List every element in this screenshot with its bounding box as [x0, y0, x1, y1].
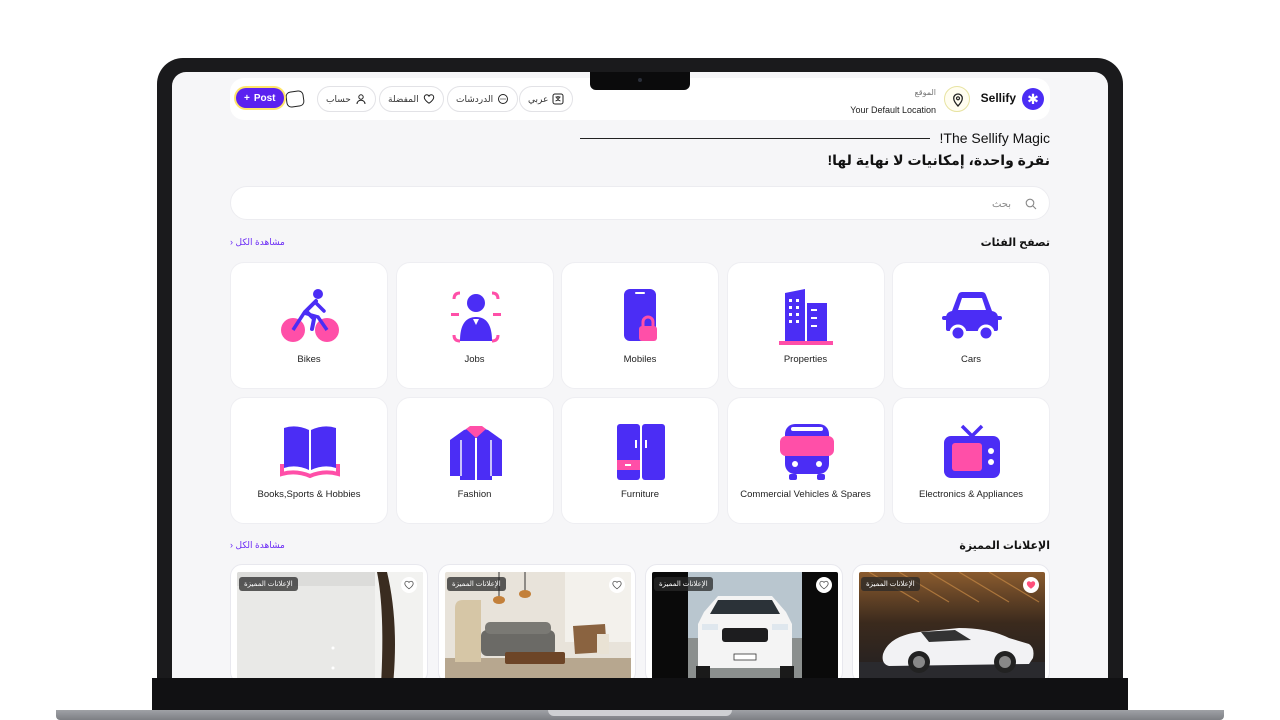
featured-ad-card[interactable]: الإعلانات المميزة [438, 564, 636, 678]
hero-title: !The Sellify Magic [939, 130, 1050, 146]
category-card-bikes[interactable]: Bikes [230, 262, 388, 389]
favorite-toggle[interactable] [816, 577, 832, 593]
search-icon[interactable] [1025, 198, 1037, 210]
category-card-fashion[interactable]: Fashion [395, 397, 554, 524]
featured-badge: الإعلانات المميزة [239, 577, 298, 591]
featured-badge: الإعلانات المميزة [447, 577, 506, 591]
chats-label: الدردشات [456, 93, 494, 104]
bus-icon [779, 424, 834, 480]
category-grid: Cars Properties Mobiles Jobs Bikes Elect… [230, 262, 1050, 524]
category-label: Furniture [620, 489, 659, 500]
sellify-logo-icon[interactable]: ✱ [1022, 88, 1044, 110]
see-all-label: مشاهدة الكل [235, 540, 285, 550]
category-card-books[interactable]: Books,Sports & Hobbies [230, 397, 388, 524]
post-label: Post [253, 92, 276, 104]
post-ad-button[interactable]: + Post [236, 88, 284, 108]
category-label: Commercial Vehicles & Spares [740, 489, 871, 500]
category-label: Mobiles [623, 354, 657, 365]
user-icon [356, 94, 366, 105]
category-label: Books,Sports & Hobbies [257, 489, 361, 500]
featured-ad-card[interactable]: الإعلانات المميزة [230, 564, 428, 678]
book-icon [280, 426, 340, 479]
category-label: Electronics & Appliances [918, 489, 1024, 500]
featured-ad-card[interactable]: الإعلانات المميزة [645, 564, 843, 678]
app-screen: ✱ Sellify الموقع Your Default Location ع… [172, 72, 1108, 678]
account-button[interactable]: حساب [317, 86, 376, 112]
location-value[interactable]: Your Default Location [850, 105, 936, 115]
search-bar [230, 186, 1050, 220]
plus-icon: + [244, 92, 250, 104]
chats-button[interactable]: الدردشات [447, 86, 519, 112]
tv-icon [944, 424, 1000, 478]
category-card-mobiles[interactable]: Mobiles [561, 262, 719, 389]
brand-name[interactable]: Sellify [981, 91, 1016, 105]
car-icon [942, 292, 1002, 342]
hero-subtitle: نقرة واحدة، إمكانيات لا نهاية لها! [827, 152, 1050, 168]
category-card-cars[interactable]: Cars [892, 262, 1050, 389]
building-icon [778, 289, 833, 345]
heart-outline-icon [819, 580, 829, 590]
category-card-properties[interactable]: Properties [726, 262, 885, 389]
categories-heading: تصفح الفئات [980, 237, 1050, 249]
category-label: Jobs [464, 354, 485, 365]
heart-filled-icon [1026, 581, 1036, 589]
account-label: حساب [326, 93, 351, 104]
category-label: Bikes [297, 354, 321, 365]
featured-heading: الإعلانات المميزة [959, 540, 1050, 552]
cupboard-icon [617, 424, 665, 480]
hero-divider [580, 138, 930, 139]
favorite-toggle[interactable] [1023, 577, 1039, 593]
search-input[interactable] [241, 193, 1011, 215]
category-label: Properties [783, 354, 828, 365]
favorite-toggle[interactable] [609, 577, 625, 593]
mobile-lock-icon [624, 289, 657, 341]
location-pin-icon[interactable] [944, 86, 970, 112]
featured-see-all-link[interactable]: مشاهدة الكل ‹ [230, 540, 285, 551]
category-card-jobs[interactable]: Jobs [395, 262, 554, 389]
language-button[interactable]: عربي [519, 86, 574, 112]
favorites-label: المفضلة [388, 93, 419, 104]
heart-outline-icon [612, 580, 622, 590]
favorite-toggle[interactable] [401, 577, 417, 593]
bicycle-icon [281, 289, 339, 342]
featured-badge: الإعلانات المميزة [861, 577, 920, 591]
featured-ads-row: الإعلانات المميزة الإعلانات المميزة الإع… [230, 564, 1050, 678]
favorites-button[interactable]: المفضلة [379, 86, 444, 112]
chat-bubble-icon [498, 94, 509, 104]
category-card-furniture[interactable]: Furniture [561, 397, 719, 524]
jacket-icon [449, 426, 502, 480]
camera-icon [638, 78, 642, 82]
laptop-base-groove [548, 710, 732, 716]
category-card-electronics[interactable]: Electronics & Appliances [892, 397, 1050, 524]
laptop-bezel-bottom [152, 678, 1128, 710]
categories-see-all-link[interactable]: مشاهدة الكل ‹ [230, 237, 285, 248]
heart-icon [423, 94, 434, 104]
location-label: الموقع [914, 88, 937, 97]
featured-ad-card[interactable]: الإعلانات المميزة [852, 564, 1050, 678]
language-label: عربي [528, 93, 549, 104]
featured-badge: الإعلانات المميزة [654, 577, 713, 591]
promo-tag-icon[interactable] [284, 89, 306, 109]
person-icon [450, 291, 501, 343]
camera-notch [590, 72, 690, 90]
category-label: Cars [960, 354, 982, 365]
heart-outline-icon [404, 580, 414, 590]
see-all-label: مشاهدة الكل [235, 237, 285, 247]
category-card-commercial-vehicles[interactable]: Commercial Vehicles & Spares [726, 397, 885, 524]
translate-icon [552, 93, 564, 105]
category-label: Fashion [457, 489, 492, 500]
